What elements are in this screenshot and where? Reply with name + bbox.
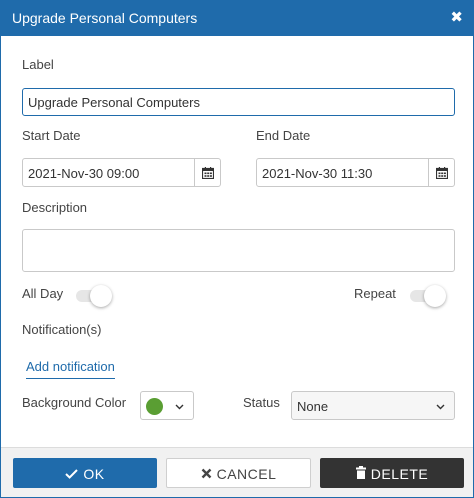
ok-button[interactable]: OK (13, 458, 157, 488)
delete-label: DELETE (370, 466, 429, 482)
color-swatch (146, 398, 163, 415)
dialog-title: Upgrade Personal Computers (12, 10, 198, 26)
description-textarea[interactable] (22, 229, 455, 272)
toggle-knob[interactable] (90, 285, 112, 307)
background-color-picker[interactable] (140, 391, 194, 420)
status-value[interactable]: None (297, 399, 328, 414)
background-color-caption: Background Color (22, 395, 127, 410)
calendar-icon[interactable] (194, 159, 220, 186)
start-date-picker[interactable]: 2021-Nov-30 09:00 (22, 158, 221, 187)
start-date-value[interactable]: 2021-Nov-30 09:00 (28, 166, 139, 181)
status-caption: Status (243, 395, 280, 410)
calendar-icon[interactable] (428, 159, 454, 186)
ok-label: OK (83, 466, 105, 482)
description-caption: Description (22, 200, 88, 215)
close-icon[interactable]: ✖ (450, 8, 463, 26)
all-day-toggle[interactable] (76, 285, 112, 307)
cancel-button[interactable]: CANCEL (166, 458, 311, 488)
event-dialog: Upgrade Personal Computers ✖ Label Upgra… (0, 0, 474, 498)
label-input[interactable]: Upgrade Personal Computers (22, 88, 455, 116)
check-icon (65, 459, 79, 489)
end-date-value[interactable]: 2021-Nov-30 11:30 (262, 166, 372, 181)
trash-icon (355, 459, 366, 489)
repeat-toggle[interactable] (410, 285, 446, 307)
close-icon (201, 459, 212, 489)
status-select[interactable]: None (291, 391, 455, 420)
end-date-picker[interactable]: 2021-Nov-30 11:30 (256, 158, 455, 187)
label-caption: Label (22, 57, 54, 72)
cancel-label: CANCEL (216, 466, 277, 482)
all-day-caption: All Day (22, 286, 64, 301)
dialog-titlebar: Upgrade Personal Computers ✖ (1, 1, 473, 36)
start-date-caption: Start Date (22, 128, 81, 143)
notifications-caption: Notification(s) (22, 322, 102, 337)
delete-button[interactable]: DELETE (320, 458, 464, 488)
repeat-caption: Repeat (354, 286, 396, 301)
toggle-knob[interactable] (424, 285, 446, 307)
add-notification-link[interactable]: Add notification (26, 359, 115, 379)
end-date-caption: End Date (256, 128, 311, 143)
